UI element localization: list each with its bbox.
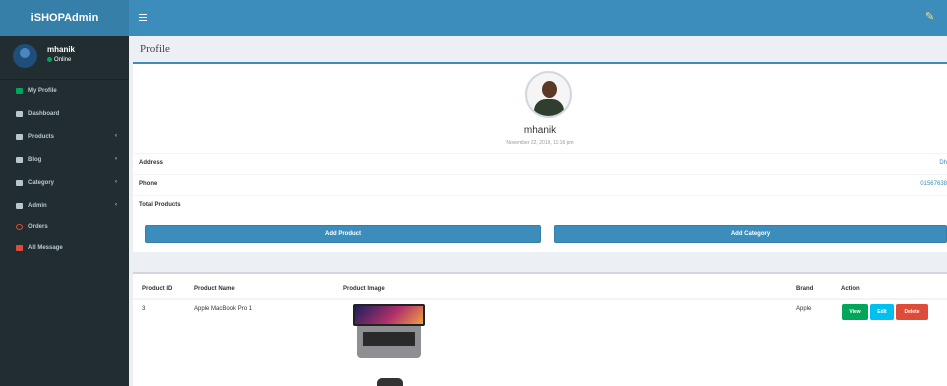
user-icon (16, 88, 23, 94)
sidebar-item-my-profile[interactable]: My Profile (0, 81, 129, 101)
sidebar-item-admin[interactable]: Admin ‹ (0, 196, 129, 216)
sidebar: mhanik Online My Profile Dashboard Produ… (0, 36, 129, 386)
column-header: Brand (796, 286, 814, 292)
chevron-left-icon: ‹ (115, 202, 117, 208)
info-row-address: Address Dh (133, 153, 947, 174)
avatar (13, 44, 37, 68)
users-icon (16, 203, 23, 209)
cell-product-name: Apple MacBook Pro 1 (194, 306, 253, 312)
sidebar-item-label: Dashboard (28, 111, 60, 117)
user-name: mhanik (47, 45, 76, 54)
profile-date: November 22, 2019, 11:16 pm (506, 140, 574, 146)
dashboard-icon (16, 111, 23, 117)
profile-box: mhanik November 22, 2019, 11:16 pm Addre… (133, 62, 947, 252)
sidebar-item-label: All Message (28, 245, 63, 251)
user-status: Online (47, 57, 71, 63)
notification-icon[interactable]: ✎ (925, 11, 935, 23)
sidebar-item-label: Orders (28, 224, 48, 230)
cell-brand: Apple (796, 306, 812, 312)
sidebar-item-all-message[interactable]: All Message (0, 238, 129, 258)
column-header: Product Image (343, 286, 385, 292)
delete-button[interactable]: Delete (896, 304, 928, 320)
sidebar-item-label: Admin (28, 203, 47, 209)
laptop-screen-shape (353, 304, 425, 326)
laptop-keyboard-shape (363, 332, 415, 346)
chevron-left-icon: ‹ (115, 179, 117, 185)
cell-product-id: 3 (142, 306, 146, 312)
column-header: Product ID (142, 286, 173, 292)
product-image (353, 304, 430, 386)
profile-name: mhanik (523, 125, 557, 136)
sidebar-item-label: Category (28, 180, 55, 186)
sidebar-item-dashboard[interactable]: Dashboard (0, 104, 129, 124)
sidebar-item-label: Products (28, 134, 55, 140)
products-table: Product ID Product Name Product Image Br… (133, 272, 947, 386)
info-value[interactable]: Dh (939, 160, 947, 166)
page-title: Profile (140, 43, 170, 55)
chevron-left-icon: ‹ (115, 133, 117, 139)
view-button[interactable]: View (842, 304, 868, 320)
profile-head-shape (542, 81, 557, 98)
sidebar-item-orders[interactable]: Orders (0, 217, 129, 237)
info-row-phone: Phone 01567638 (133, 174, 947, 195)
user-panel: mhanik Online (0, 36, 129, 76)
sidebar-item-category[interactable]: Category ‹ (0, 173, 129, 193)
online-dot-icon (47, 57, 52, 62)
user-status-label: Online (54, 57, 72, 64)
info-value[interactable]: 01567638 (920, 181, 947, 187)
sidebar-toggle-icon[interactable] (139, 14, 147, 21)
info-label: Address (139, 160, 164, 166)
sidebar-item-products[interactable]: Products ‹ (0, 127, 129, 147)
add-product-button[interactable]: Add Product (145, 225, 541, 243)
edit-button[interactable]: Edit (870, 304, 894, 320)
profile-picture (525, 71, 572, 118)
column-header: Product Name (194, 286, 235, 292)
sidebar-item-label: Blog (28, 157, 42, 163)
circle-icon (16, 224, 23, 230)
sidebar-divider (0, 79, 129, 80)
info-label: Phone (139, 181, 158, 187)
list-icon (16, 180, 23, 186)
top-navbar: ✎ (129, 0, 947, 36)
brand-logo[interactable]: iSHOPAdmin (0, 0, 129, 36)
sidebar-item-label: My Profile (28, 88, 57, 94)
envelope-icon (16, 245, 23, 251)
product-badge-icon (377, 378, 403, 386)
list-icon (16, 134, 23, 140)
column-header: Action (841, 286, 860, 292)
table-header-divider (133, 298, 947, 300)
add-category-button[interactable]: Add Category (554, 225, 947, 243)
info-label: Total Products (139, 202, 181, 208)
list-icon (16, 157, 23, 163)
chevron-left-icon: ‹ (115, 156, 117, 162)
profile-body-shape (534, 99, 564, 116)
info-row-total-products: Total Products (133, 195, 947, 216)
sidebar-item-blog[interactable]: Blog ‹ (0, 150, 129, 170)
